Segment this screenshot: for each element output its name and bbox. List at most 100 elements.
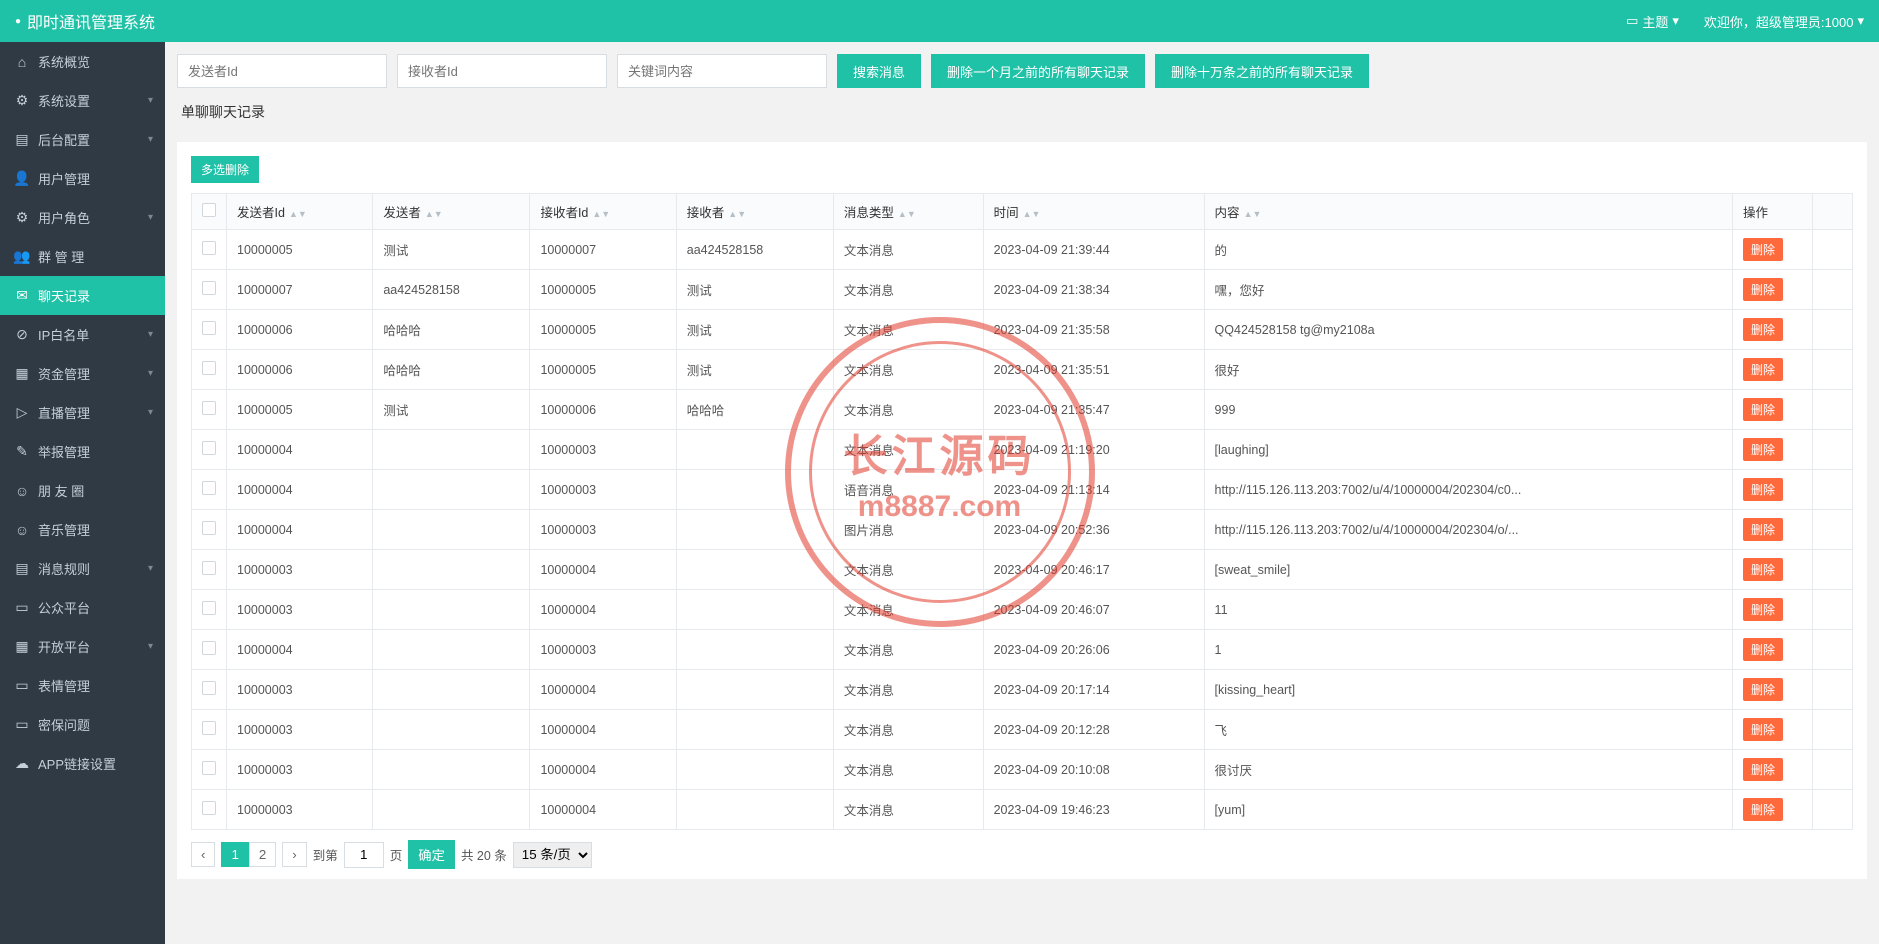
sidebar-item-17[interactable]: ▭密保问题 [0, 705, 165, 744]
theme-switcher[interactable]: ▭ 主题 ▾ [1626, 12, 1679, 31]
page-size-select[interactable]: 15 条/页 [513, 842, 592, 868]
sidebar-item-10[interactable]: ✎举报管理 [0, 432, 165, 471]
row-delete-button[interactable]: 删除 [1743, 758, 1783, 781]
row-checkbox[interactable] [202, 681, 216, 695]
cell-content: 的 [1204, 230, 1732, 270]
keyword-input[interactable] [617, 54, 827, 88]
sidebar-item-1[interactable]: ⚙系统设置▾ [0, 81, 165, 120]
multi-delete-button[interactable]: 多选删除 [191, 156, 259, 183]
row-delete-button[interactable]: 删除 [1743, 718, 1783, 741]
row-delete-button[interactable]: 删除 [1743, 798, 1783, 821]
row-checkbox[interactable] [202, 361, 216, 375]
cell-sender [373, 510, 530, 550]
row-checkbox[interactable] [202, 281, 216, 295]
cell-sender-id: 10000003 [227, 550, 373, 590]
row-checkbox[interactable] [202, 521, 216, 535]
col-content[interactable]: 内容▲▼ [1204, 194, 1732, 230]
cell-sender [373, 630, 530, 670]
cell-msg-type: 文本消息 [833, 630, 983, 670]
header-right: ▭ 主题 ▾ 欢迎你，超级管理员:1000 ▾ [1626, 12, 1864, 31]
row-checkbox[interactable] [202, 241, 216, 255]
select-all-checkbox[interactable] [202, 203, 216, 217]
cell-receiver [676, 790, 833, 830]
sidebar-item-0[interactable]: ⌂系统概览 [0, 42, 165, 81]
col-sender-id[interactable]: 发送者Id▲▼ [227, 194, 373, 230]
search-button[interactable]: 搜索消息 [837, 54, 921, 88]
row-checkbox[interactable] [202, 801, 216, 815]
sort-icon: ▲▼ [1023, 211, 1041, 217]
table-row: 10000004 10000003 文本消息 2023-04-09 21:19:… [192, 430, 1853, 470]
row-delete-button[interactable]: 删除 [1743, 638, 1783, 661]
row-checkbox[interactable] [202, 761, 216, 775]
cell-receiver-id: 10000005 [530, 270, 676, 310]
chevron-down-icon: ▾ [148, 329, 153, 340]
row-delete-button[interactable]: 删除 [1743, 438, 1783, 461]
row-delete-button[interactable]: 删除 [1743, 558, 1783, 581]
chevron-down-icon: ▾ [148, 212, 153, 223]
receiver-id-input[interactable] [397, 54, 607, 88]
cell-time: 2023-04-09 21:13:14 [983, 470, 1204, 510]
row-checkbox[interactable] [202, 481, 216, 495]
delete-month-button[interactable]: 删除一个月之前的所有聊天记录 [931, 54, 1145, 88]
row-checkbox[interactable] [202, 561, 216, 575]
page-number-input[interactable] [344, 842, 384, 868]
cell-content: 999 [1204, 390, 1732, 430]
row-delete-button[interactable]: 删除 [1743, 238, 1783, 261]
menu-icon: ▤ [14, 560, 30, 577]
col-time[interactable]: 时间▲▼ [983, 194, 1204, 230]
sender-id-input[interactable] [177, 54, 387, 88]
goto-confirm-button[interactable]: 确定 [408, 840, 455, 869]
total-count: 共 20 条 [461, 845, 507, 864]
cell-time: 2023-04-09 20:52:36 [983, 510, 1204, 550]
page-button-1[interactable]: 1 [221, 842, 248, 867]
sidebar-item-8[interactable]: ▦资金管理▾ [0, 354, 165, 393]
sidebar-item-11[interactable]: ☺朋 友 圈 [0, 471, 165, 510]
row-checkbox[interactable] [202, 401, 216, 415]
sidebar-item-label: 消息规则 [38, 559, 90, 578]
next-page-button[interactable]: › [282, 842, 306, 867]
sidebar-item-5[interactable]: 👥群 管 理 [0, 237, 165, 276]
sidebar-item-16[interactable]: ▭表情管理 [0, 666, 165, 705]
col-sender[interactable]: 发送者▲▼ [373, 194, 530, 230]
sidebar-item-18[interactable]: ☁APP链接设置 [0, 744, 165, 783]
sidebar-item-2[interactable]: ▤后台配置▾ [0, 120, 165, 159]
sidebar-item-label: 系统设置 [38, 91, 90, 110]
row-delete-button[interactable]: 删除 [1743, 518, 1783, 541]
sidebar-item-13[interactable]: ▤消息规则▾ [0, 549, 165, 588]
cell-sender [373, 550, 530, 590]
row-delete-button[interactable]: 删除 [1743, 278, 1783, 301]
col-receiver-id[interactable]: 接收者Id▲▼ [530, 194, 676, 230]
sidebar-item-3[interactable]: 👤用户管理 [0, 159, 165, 198]
row-delete-button[interactable]: 删除 [1743, 678, 1783, 701]
delete-100k-button[interactable]: 删除十万条之前的所有聊天记录 [1155, 54, 1369, 88]
row-delete-button[interactable]: 删除 [1743, 318, 1783, 341]
cell-time: 2023-04-09 21:35:58 [983, 310, 1204, 350]
sidebar-item-7[interactable]: ⊘IP白名单▾ [0, 315, 165, 354]
sidebar-item-15[interactable]: ▦开放平台▾ [0, 627, 165, 666]
sidebar-item-14[interactable]: ▭公众平台 [0, 588, 165, 627]
row-delete-button[interactable]: 删除 [1743, 478, 1783, 501]
row-delete-button[interactable]: 删除 [1743, 598, 1783, 621]
row-delete-button[interactable]: 删除 [1743, 358, 1783, 381]
user-menu[interactable]: 欢迎你，超级管理员:1000 ▾ [1704, 12, 1864, 31]
chat-records-table: 发送者Id▲▼ 发送者▲▼ 接收者Id▲▼ 接收者▲▼ 消息类型▲▼ 时间▲▼ … [191, 193, 1853, 830]
row-checkbox[interactable] [202, 641, 216, 655]
row-checkbox[interactable] [202, 441, 216, 455]
cell-sender-id: 10000007 [227, 270, 373, 310]
page-button-2[interactable]: 2 [249, 842, 276, 867]
row-checkbox[interactable] [202, 721, 216, 735]
row-delete-button[interactable]: 删除 [1743, 398, 1783, 421]
cell-sender: aa424528158 [373, 270, 530, 310]
cell-msg-type: 文本消息 [833, 550, 983, 590]
col-receiver[interactable]: 接收者▲▼ [676, 194, 833, 230]
prev-page-button[interactable]: ‹ [191, 842, 215, 867]
col-msg-type[interactable]: 消息类型▲▼ [833, 194, 983, 230]
chevron-down-icon: ▾ [148, 134, 153, 145]
sidebar-item-9[interactable]: ▷直播管理▾ [0, 393, 165, 432]
sidebar-item-4[interactable]: ⚙用户角色▾ [0, 198, 165, 237]
sidebar-item-12[interactable]: ☺音乐管理 [0, 510, 165, 549]
sidebar-item-6[interactable]: ✉聊天记录 [0, 276, 165, 315]
row-checkbox[interactable] [202, 601, 216, 615]
row-checkbox[interactable] [202, 321, 216, 335]
cell-receiver-id: 10000004 [530, 750, 676, 790]
